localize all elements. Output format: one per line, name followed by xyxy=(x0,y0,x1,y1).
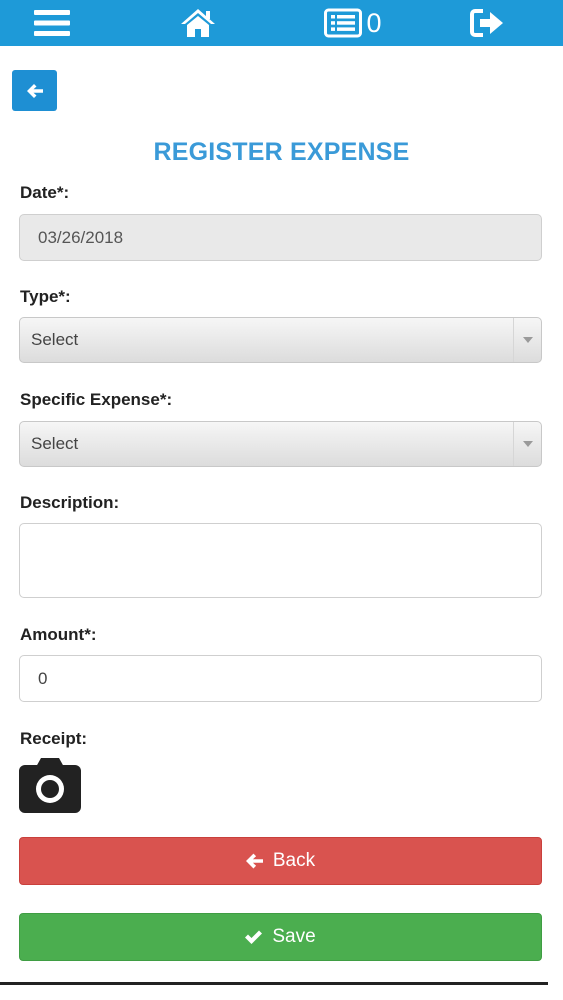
home-icon xyxy=(181,9,215,37)
save-button-label: Save xyxy=(272,926,316,947)
description-textarea[interactable] xyxy=(19,523,542,598)
back-button[interactable]: Back xyxy=(19,837,542,885)
amount-label: Amount*: xyxy=(20,625,97,644)
list-count: 0 xyxy=(366,7,382,38)
arrow-left-icon xyxy=(26,83,43,98)
list-icon xyxy=(324,8,363,38)
specific-expense-select-value: Select xyxy=(31,434,79,453)
camera-icon[interactable] xyxy=(19,757,81,813)
chevron-down-icon xyxy=(513,318,541,362)
description-label: Description: xyxy=(20,493,120,512)
type-select[interactable]: Select xyxy=(19,317,542,363)
chevron-down-icon xyxy=(513,422,541,466)
check-icon xyxy=(245,930,263,944)
home-button[interactable] xyxy=(176,0,220,46)
menu-button[interactable] xyxy=(30,0,74,46)
header-back-button[interactable] xyxy=(12,70,57,111)
save-button[interactable]: Save xyxy=(19,913,542,961)
date-label: Date*: xyxy=(20,183,70,202)
date-field[interactable]: 03/26/2018 xyxy=(19,214,542,261)
amount-input[interactable]: 0 xyxy=(19,655,542,702)
type-select-value: Select xyxy=(31,330,79,349)
back-button-label: Back xyxy=(272,850,316,871)
bottom-divider xyxy=(0,982,548,985)
receipt-label: Receipt: xyxy=(20,729,88,748)
specific-expense-select[interactable]: Select xyxy=(19,421,542,467)
arrow-left-icon xyxy=(245,853,263,869)
form-page: REGISTER EXPENSE Date*: 03/26/2018 Type*… xyxy=(0,46,563,986)
logout-icon xyxy=(470,9,503,37)
type-label: Type*: xyxy=(20,287,71,306)
top-nav-bar: 0 xyxy=(0,0,563,46)
expense-list-button[interactable]: 0 xyxy=(318,0,388,46)
hamburger-icon xyxy=(34,10,70,36)
specific-expense-label: Specific Expense*: xyxy=(20,390,173,409)
page-title: REGISTER EXPENSE xyxy=(153,138,410,166)
logout-button[interactable] xyxy=(466,0,510,46)
